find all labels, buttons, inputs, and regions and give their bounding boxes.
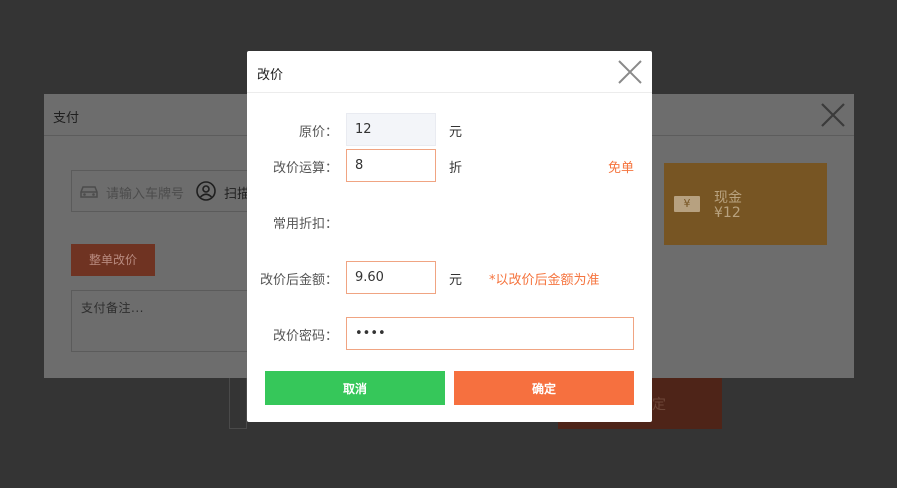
cash-label: 现金 <box>714 190 742 206</box>
discount-operation-label: 改价运算： <box>272 161 338 176</box>
reprice-password-label: 改价密码： <box>272 329 338 344</box>
lower-left-panel <box>229 378 247 429</box>
car-icon <box>80 186 98 198</box>
cash-icon: ¥ <box>674 196 700 212</box>
payment-remark-input[interactable]: 支付备注... <box>71 290 253 352</box>
discount-operation-input[interactable] <box>346 149 436 182</box>
free-order-link[interactable]: 免单 <box>608 157 634 176</box>
confirm-button[interactable]: 确定 <box>454 371 634 405</box>
cancel-button[interactable]: 取消 <box>265 371 445 405</box>
original-price-label: 原价： <box>298 125 338 140</box>
user-icon <box>196 181 216 201</box>
final-amount-input[interactable] <box>346 261 436 294</box>
discount-unit: 折 <box>449 161 463 176</box>
cash-payment-option[interactable]: ¥ 现金 ¥12 <box>664 163 827 245</box>
original-price-unit: 元 <box>449 125 463 140</box>
payment-window-title: 支付 <box>53 111 80 126</box>
final-amount-label: 改价后金额： <box>259 273 338 288</box>
whole-order-reprice-button[interactable]: 整单改价 <box>71 244 155 276</box>
close-icon[interactable] <box>617 59 643 85</box>
original-price-field <box>346 113 436 146</box>
dialog-title: 改价 <box>257 68 284 83</box>
final-amount-unit: 元 <box>449 273 463 288</box>
confirm-payment-label: 定 <box>652 397 666 413</box>
close-icon[interactable] <box>820 102 846 128</box>
cash-amount: ¥12 <box>714 205 741 221</box>
common-discount-label: 常用折扣： <box>272 217 338 232</box>
reprice-password-input[interactable] <box>346 317 634 350</box>
reprice-dialog: 改价 原价： 元 改价运算： 折 免单 常用折扣： 改价后金额： 元 *以改价后… <box>247 51 652 422</box>
dialog-header: 改价 <box>247 51 652 93</box>
final-amount-note: *以改价后金额为准 <box>489 273 600 288</box>
plate-number-placeholder: 请输入车牌号 <box>106 187 185 202</box>
